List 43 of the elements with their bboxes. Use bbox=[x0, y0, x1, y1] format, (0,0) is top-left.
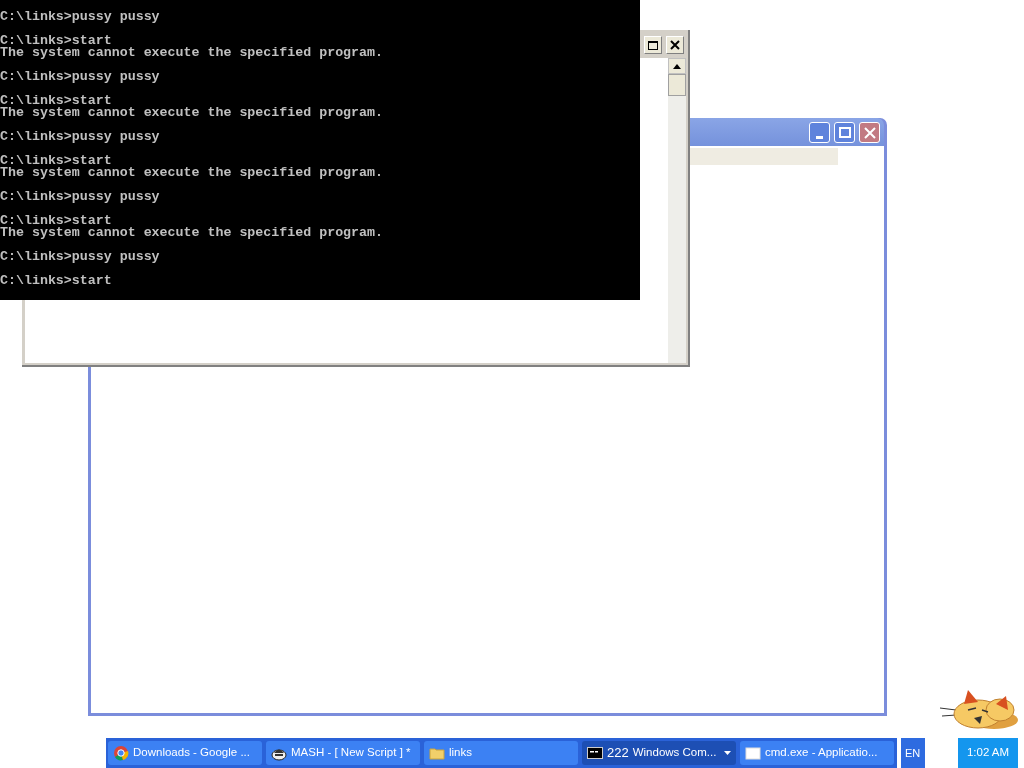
console-line: C:\links>start bbox=[0, 93, 112, 108]
window-count: 222 bbox=[607, 744, 629, 763]
taskbar-button[interactable]: Downloads - Google ... bbox=[108, 741, 262, 765]
language-indicator[interactable]: EN bbox=[901, 738, 925, 768]
console-line: C:\links>start bbox=[0, 213, 112, 228]
button-label: Downloads - Google ... bbox=[133, 745, 251, 761]
console-line: C:\links>pussy pussy bbox=[0, 129, 160, 144]
console-line: The system cannot execute the specified program. bbox=[0, 105, 383, 120]
console-line: C:\links>start bbox=[0, 33, 112, 48]
console-line: The system cannot execute the specified program. bbox=[0, 225, 383, 240]
console-icon bbox=[587, 745, 603, 761]
console-line: The system cannot execute the specified program. bbox=[0, 45, 383, 60]
cat-icon[interactable] bbox=[938, 688, 1020, 730]
button-label: cmd.exe - Applicatio... bbox=[765, 745, 879, 761]
minimize-icon bbox=[815, 136, 824, 142]
button-label: links bbox=[449, 745, 473, 761]
console-line: The system cannot execute the specified program. bbox=[0, 165, 383, 180]
button-label: MASH - [ New Script ] * bbox=[291, 745, 412, 761]
clock: 1:02 AM bbox=[958, 738, 1018, 768]
taskbar-button[interactable]: 222 Windows Com... bbox=[582, 741, 736, 765]
console-line: C:\links>pussy pussy bbox=[0, 69, 160, 84]
console-line: C:\links>start bbox=[0, 153, 112, 168]
window-icon bbox=[745, 745, 761, 761]
taskbar-button[interactable]: MASH - [ New Script ] * bbox=[266, 741, 420, 765]
console-line: C:\links>start bbox=[0, 273, 112, 288]
close-button[interactable] bbox=[666, 36, 684, 54]
scroll-thumb[interactable] bbox=[668, 74, 686, 96]
console-line: C:\links>pussy pussy bbox=[0, 9, 160, 24]
browser-icon bbox=[113, 745, 129, 761]
maximize-icon bbox=[838, 127, 851, 138]
close-icon bbox=[670, 40, 680, 50]
minimize-button[interactable] bbox=[809, 122, 830, 143]
console-line: C:\links>pussy pussy bbox=[0, 189, 160, 204]
button-label: Windows Com... bbox=[632, 745, 718, 761]
maximize-icon bbox=[648, 40, 658, 50]
console-line: C:\links>pussy pussy bbox=[0, 249, 160, 264]
taskbar-button[interactable]: cmd.exe - Applicatio... bbox=[740, 741, 894, 765]
maximize-button[interactable] bbox=[644, 36, 662, 54]
taskbar-button[interactable]: links bbox=[424, 741, 578, 765]
scrollbar[interactable] bbox=[668, 58, 686, 363]
close-icon bbox=[863, 126, 876, 139]
scroll-up-icon[interactable] bbox=[673, 63, 681, 69]
folder-icon bbox=[429, 745, 445, 761]
